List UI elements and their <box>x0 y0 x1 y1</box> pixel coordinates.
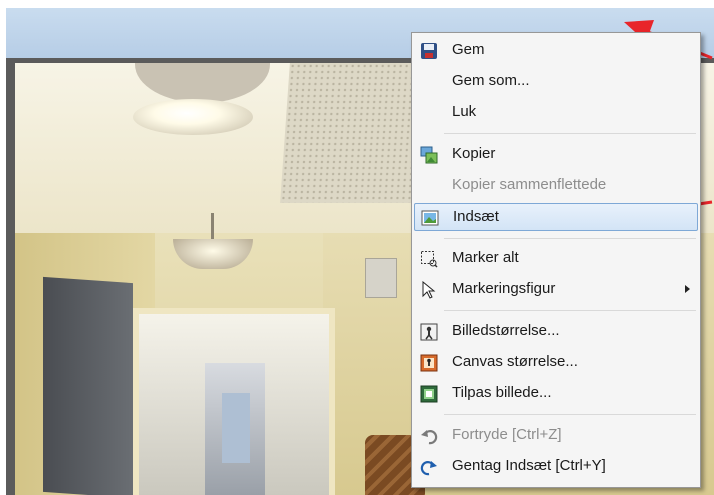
menu-item-save-as[interactable]: Gem som... <box>414 68 698 96</box>
menu-separator <box>444 414 696 415</box>
menu-item-select-all[interactable]: Marker alt <box>414 245 698 273</box>
menu-separator <box>444 238 696 239</box>
menu-separator <box>444 310 696 311</box>
menu-item-image-size[interactable]: Billedstørrelse... <box>414 318 698 346</box>
menu-label: Canvas størrelse... <box>452 353 578 370</box>
menu-item-copy-merged[interactable]: Kopier sammenflettede <box>414 172 698 200</box>
menu-label: Markeringsfigur <box>452 280 556 297</box>
photo-lamp-cord <box>211 213 214 241</box>
menu-item-paste[interactable]: Indsæt <box>414 203 698 231</box>
menu-label: Luk <box>452 103 477 120</box>
menu-label: Gentag Indsæt [Ctrl+Y] <box>452 457 606 474</box>
menu-item-save[interactable]: Gem <box>414 37 698 65</box>
menu-label: Billedstørrelse... <box>452 322 560 339</box>
fit-image-icon <box>420 385 438 403</box>
photo-pendant-lamp <box>173 239 253 269</box>
photo-corridor-door <box>222 393 250 463</box>
copy-image-icon <box>420 146 438 164</box>
menu-label: Marker alt <box>452 249 519 266</box>
canvas-size-icon <box>420 354 438 372</box>
menu-label: Gem som... <box>452 72 530 89</box>
menu-label: Fortryde [Ctrl+Z] <box>452 426 562 443</box>
menu-item-undo[interactable]: Fortryde [Ctrl+Z] <box>414 422 698 450</box>
paste-image-icon <box>421 210 439 226</box>
undo-icon <box>421 430 438 445</box>
menu-label: Gem <box>452 41 485 58</box>
menu-label: Kopier <box>452 145 496 162</box>
context-menu: Gem Gem som... Luk Kopier Kopier sammenf… <box>411 32 701 488</box>
photo-wall-speaker <box>365 258 397 298</box>
menu-label: Tilpas billede... <box>452 384 552 401</box>
redo-icon <box>420 461 437 476</box>
menu-item-selection-shape[interactable]: Markeringsfigur <box>414 276 698 304</box>
menu-item-close[interactable]: Luk <box>414 99 698 127</box>
menu-label: Kopier sammenflettede <box>452 176 607 193</box>
menu-separator <box>444 133 696 134</box>
menu-item-fit-image[interactable]: Tilpas billede... <box>414 380 698 408</box>
save-icon <box>421 43 437 59</box>
menu-item-canvas-size[interactable]: Canvas størrelse... <box>414 349 698 377</box>
menu-item-copy[interactable]: Kopier <box>414 141 698 169</box>
submenu-arrow-icon <box>685 285 690 293</box>
photo-lamp-glow <box>133 99 253 135</box>
image-size-icon <box>420 323 438 341</box>
menu-item-redo[interactable]: Gentag Indsæt [Ctrl+Y] <box>414 453 698 481</box>
photo-open-door <box>43 276 133 495</box>
select-all-icon <box>421 251 438 268</box>
menu-label: Indsæt <box>453 208 499 225</box>
selection-cursor-icon <box>422 281 436 299</box>
